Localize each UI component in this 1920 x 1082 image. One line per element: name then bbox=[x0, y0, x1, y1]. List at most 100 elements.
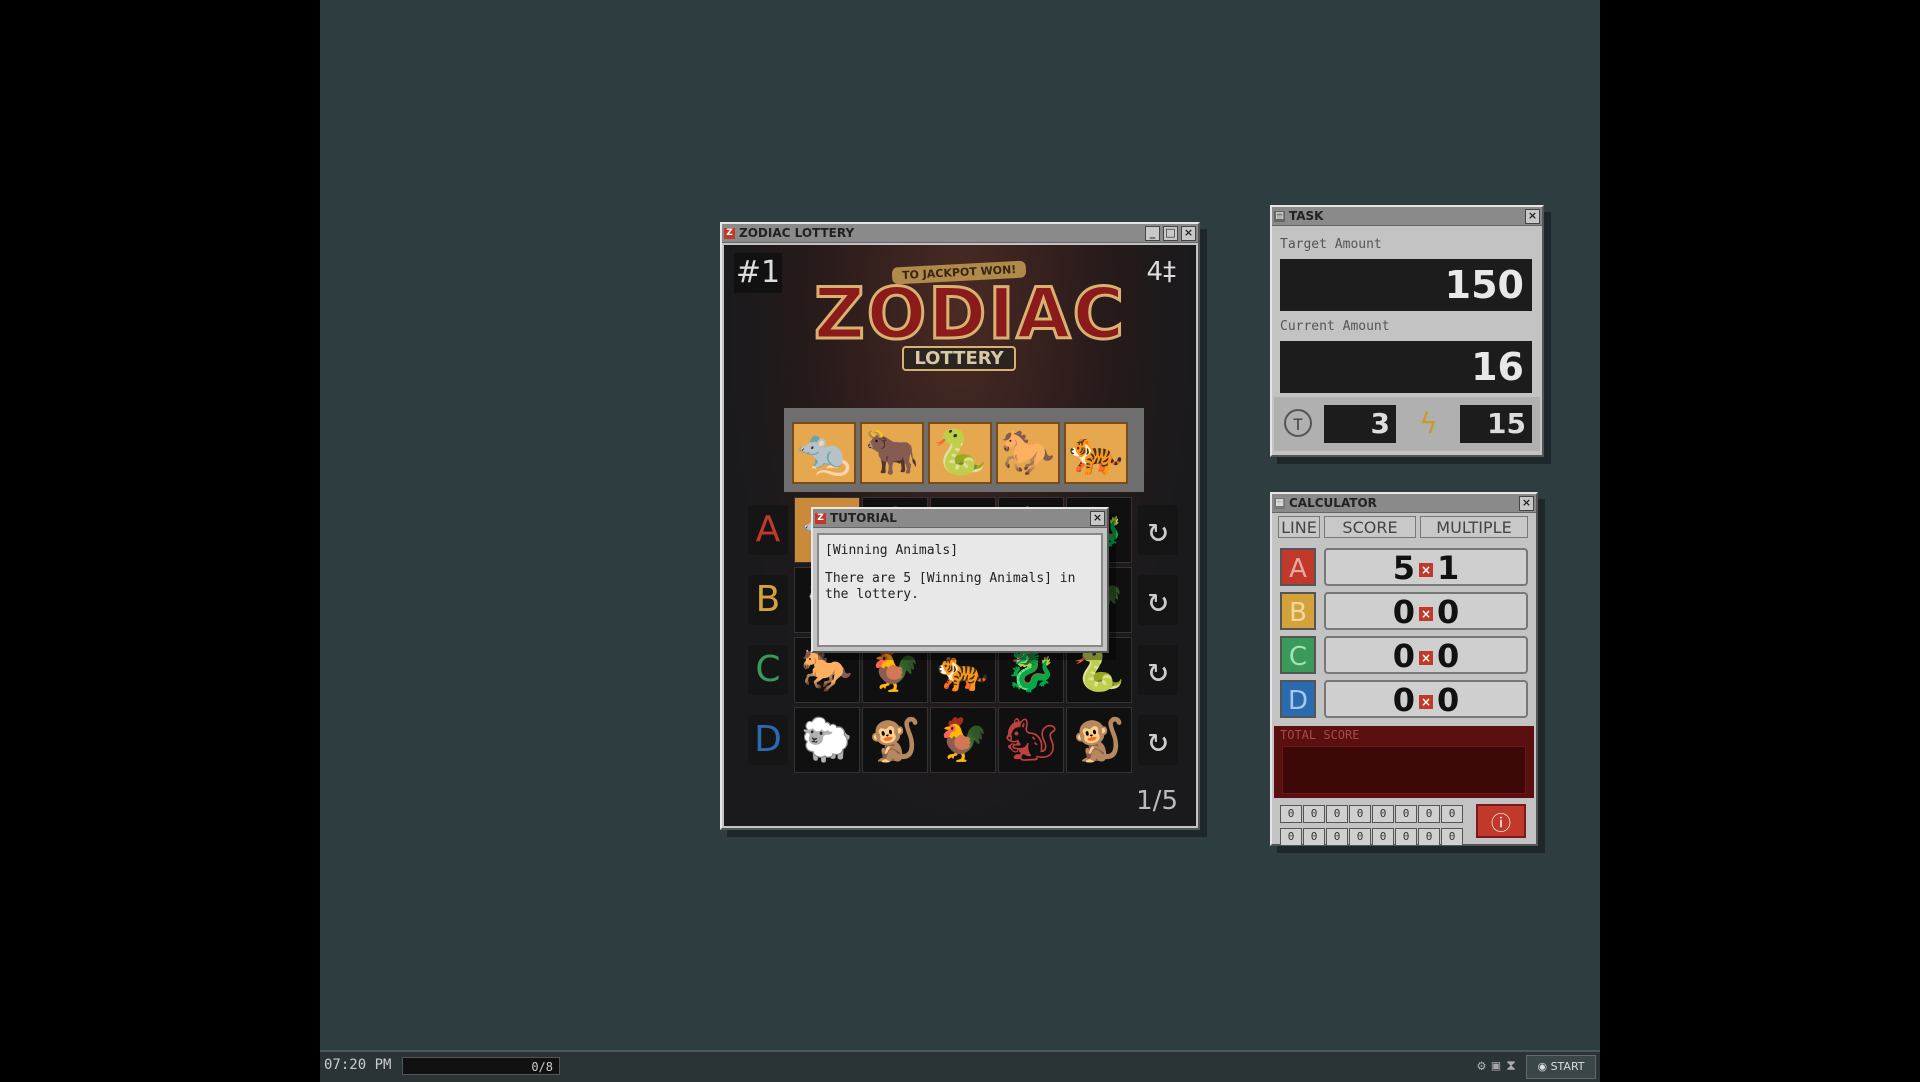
task-titlebar[interactable]: ▤ TASK × bbox=[1272, 207, 1542, 226]
monkey-icon[interactable]: 🐒 bbox=[862, 707, 928, 773]
monitor-icon[interactable]: ▣ bbox=[1492, 1058, 1506, 1074]
total-score-panel: TOTAL SCORE bbox=[1274, 726, 1534, 798]
total-score-display bbox=[1282, 746, 1526, 794]
lottery-window-title: ZODIAC LOTTERY bbox=[739, 226, 855, 240]
row-label-a: A bbox=[748, 505, 788, 555]
digit: 0 bbox=[1326, 828, 1348, 846]
digit: 0 bbox=[1349, 805, 1371, 823]
calculator-titlebar[interactable]: ▦ CALCULATOR × bbox=[1272, 494, 1536, 513]
row-label-b: B bbox=[748, 575, 788, 625]
tiger-icon: 🐅 bbox=[1064, 422, 1128, 484]
monkey-icon[interactable]: 🐒 bbox=[1066, 707, 1132, 773]
draw-number: #1 bbox=[734, 253, 782, 293]
progress-bar: 0/8 bbox=[402, 1057, 560, 1075]
task-window: ▤ TASK × Target Amount 150 Current Amoun… bbox=[1270, 205, 1544, 457]
line-badge-d: D bbox=[1280, 680, 1316, 718]
respin-row-d-button[interactable]: ↻ bbox=[1138, 715, 1178, 765]
digit: 0 bbox=[1395, 805, 1417, 823]
calculator-title: CALCULATOR bbox=[1289, 496, 1377, 510]
lightning-icon: ϟ bbox=[1420, 407, 1437, 440]
ticket-icon: ‡ bbox=[1163, 257, 1176, 287]
multiply-icon: × bbox=[1419, 695, 1433, 709]
digit: 0 bbox=[1326, 805, 1348, 823]
row-label-c: C bbox=[748, 645, 788, 695]
digit: 0 bbox=[1418, 828, 1440, 846]
rat-icon: 🐀 bbox=[792, 422, 856, 484]
line-badge-a: A bbox=[1280, 548, 1316, 586]
line-a-score: 5 × 1 bbox=[1324, 548, 1528, 586]
current-amount-value: 16 bbox=[1280, 341, 1532, 393]
hourglass-icon[interactable]: ⧗ bbox=[1506, 1058, 1522, 1074]
line-b-score: 0 × 0 bbox=[1324, 592, 1528, 630]
tutorial-heading: [Winning Animals] bbox=[825, 543, 959, 558]
header-line: LINE bbox=[1278, 516, 1320, 538]
digit: 0 bbox=[1372, 805, 1394, 823]
close-button[interactable]: × bbox=[1181, 225, 1196, 241]
taskbar: 07:20 PM 0/8 ⚙▣⧗ ◉ START bbox=[320, 1050, 1600, 1082]
calculator-close-button[interactable]: × bbox=[1519, 495, 1534, 511]
digit-counter: 00000000 00000000 bbox=[1280, 802, 1470, 848]
squirrel-icon[interactable]: 🐿 bbox=[998, 707, 1064, 773]
respin-row-b-button[interactable]: ↻ bbox=[1138, 575, 1178, 625]
zodiac-app-icon: Z bbox=[815, 512, 826, 524]
digit: 0 bbox=[1303, 828, 1325, 846]
tutorial-close-button[interactable]: × bbox=[1090, 510, 1105, 526]
snake-icon: 🐍 bbox=[928, 422, 992, 484]
winning-animals-strip: 🐀 🐂 🐍 🐎 🐅 bbox=[784, 408, 1144, 492]
digit: 0 bbox=[1349, 828, 1371, 846]
energy-value: 15 bbox=[1460, 405, 1532, 443]
row-label-d: D bbox=[748, 715, 788, 765]
task-app-icon: ▤ bbox=[1274, 210, 1285, 222]
line-d-score: 0 × 0 bbox=[1324, 680, 1528, 718]
tutorial-text: There are 5 [Winning Animals] in the lot… bbox=[825, 571, 1076, 602]
clock: 07:20 PM bbox=[324, 1057, 392, 1073]
digit: 0 bbox=[1280, 828, 1302, 846]
settings-icon[interactable]: ⚙ bbox=[1477, 1058, 1491, 1074]
tutorial-title: TUTORIAL bbox=[830, 511, 897, 525]
start-button[interactable]: ◉ START bbox=[1526, 1055, 1596, 1079]
digit: 0 bbox=[1280, 805, 1302, 823]
token-icon: T bbox=[1284, 409, 1312, 437]
total-score-label: TOTAL SCORE bbox=[1280, 728, 1360, 742]
task-stats: T 3 ϟ 15 bbox=[1274, 397, 1540, 451]
lottery-titlebar[interactable]: Z ZODIAC LOTTERY _ □ × bbox=[722, 224, 1198, 243]
current-amount-label: Current Amount bbox=[1280, 319, 1390, 334]
page-indicator: 1/5 bbox=[1136, 786, 1178, 816]
calculator-window: ▦ CALCULATOR × LINE SCORE MULTIPLE A 5 × 1… bbox=[1270, 492, 1538, 846]
multiply-icon: × bbox=[1419, 651, 1433, 665]
digit: 0 bbox=[1418, 805, 1440, 823]
task-close-button[interactable]: × bbox=[1525, 208, 1540, 224]
target-amount-value: 150 bbox=[1280, 259, 1532, 311]
rooster-icon[interactable]: 🐓 bbox=[930, 707, 996, 773]
multiply-icon: × bbox=[1419, 563, 1433, 577]
header-multiple: MULTIPLE bbox=[1420, 516, 1528, 538]
digit: 0 bbox=[1372, 828, 1394, 846]
line-c-score: 0 × 0 bbox=[1324, 636, 1528, 674]
task-title: TASK bbox=[1289, 209, 1324, 223]
tutorial-titlebar[interactable]: Z TUTORIAL × bbox=[813, 509, 1107, 528]
logo-subtitle: LOTTERY bbox=[902, 346, 1016, 371]
tickets-counter: 4‡ bbox=[1146, 257, 1176, 287]
alert-button[interactable]: ⓘ bbox=[1476, 804, 1526, 838]
exclamation-icon: ⓘ bbox=[1491, 811, 1511, 835]
ox-icon: 🐂 bbox=[860, 422, 924, 484]
multiply-icon: × bbox=[1419, 607, 1433, 621]
maximize-button[interactable]: □ bbox=[1163, 225, 1178, 241]
start-icon: ◉ bbox=[1537, 1060, 1551, 1073]
respin-row-c-button[interactable]: ↻ bbox=[1138, 645, 1178, 695]
minimize-button[interactable]: _ bbox=[1145, 225, 1160, 241]
zodiac-app-icon: Z bbox=[724, 227, 735, 239]
tutorial-content: [Winning Animals] There are 5 [Winning A… bbox=[817, 533, 1103, 647]
calculator-app-icon: ▦ bbox=[1274, 497, 1285, 509]
digit: 0 bbox=[1303, 805, 1325, 823]
system-tray: ⚙▣⧗ bbox=[1477, 1058, 1522, 1074]
line-badge-c: C bbox=[1280, 636, 1316, 674]
target-amount-label: Target Amount bbox=[1280, 237, 1382, 252]
zodiac-logo: TO JACKPOT WON! ZODIAC LOTTERY bbox=[813, 260, 1126, 371]
digit: 0 bbox=[1441, 805, 1463, 823]
sheep-icon[interactable]: 🐑 bbox=[794, 707, 860, 773]
respin-row-a-button[interactable]: ↻ bbox=[1138, 505, 1178, 555]
logo-title: ZODIAC bbox=[813, 273, 1126, 355]
line-badge-b: B bbox=[1280, 592, 1316, 630]
digit: 0 bbox=[1441, 828, 1463, 846]
